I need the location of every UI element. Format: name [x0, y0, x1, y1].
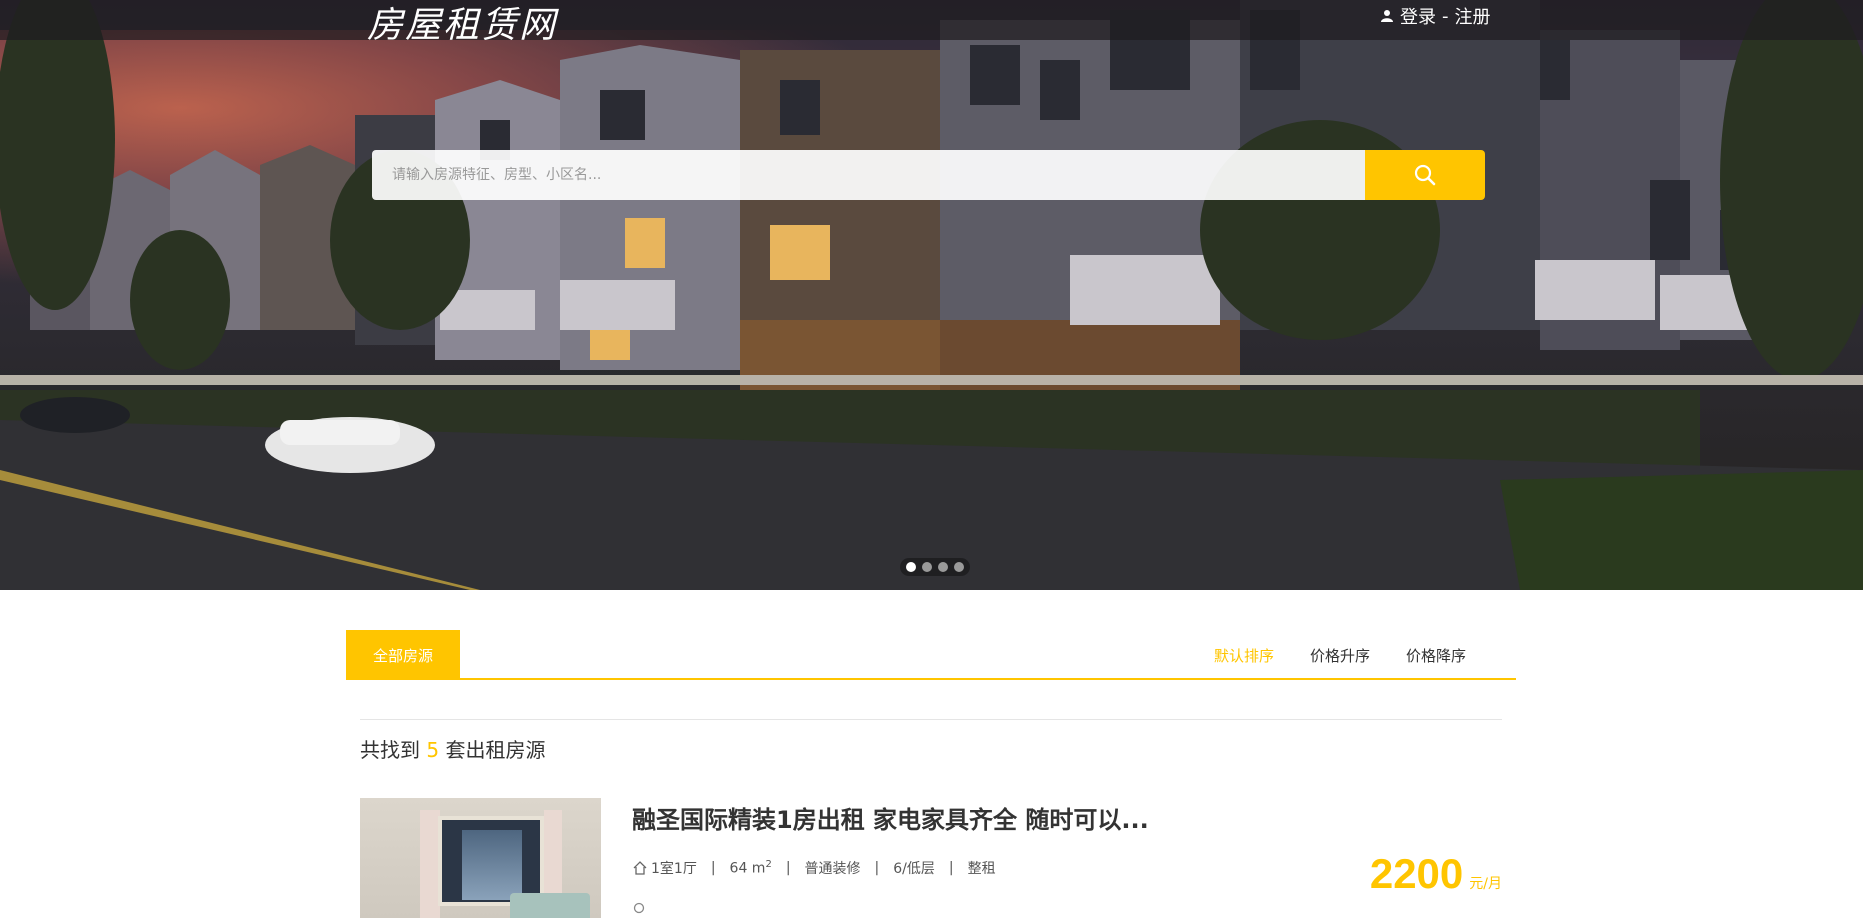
search-input[interactable] [372, 150, 1365, 200]
listing-title[interactable]: 融圣国际精装1房出租 家电家具齐全 随时可以... [632, 800, 1149, 835]
hero-banner: 房屋租赁网 登录 - 注册 [0, 0, 1863, 590]
carousel-dot-1[interactable] [906, 562, 916, 572]
meta-separator: | [948, 860, 954, 876]
divider [360, 719, 1502, 720]
auth-links: 登录 - 注册 [1380, 4, 1491, 28]
home-icon [633, 861, 647, 875]
sort-price-asc[interactable]: 价格升序 [1310, 645, 1370, 666]
carousel-dot-4[interactable] [954, 562, 964, 572]
search-button[interactable] [1365, 150, 1485, 200]
sort-price-desc[interactable]: 价格降序 [1406, 645, 1466, 666]
result-number: 5 [426, 738, 440, 762]
listing-area: 64 m2 [729, 859, 772, 877]
listing-layout: 1室1厅 [651, 861, 697, 877]
meta-separator: | [710, 860, 716, 876]
listing-decoration: 普通装修 [804, 861, 861, 877]
sort-default[interactable]: 默认排序 [1214, 645, 1274, 666]
listing-rent-type: 整租 [967, 861, 996, 877]
result-count: 共找到 5 套出租房源 [360, 734, 545, 763]
result-suffix: 套出租房源 [445, 738, 546, 762]
location-icon [633, 902, 645, 914]
carousel-dot-2[interactable] [922, 562, 932, 572]
auth-separator: - [1442, 5, 1449, 27]
sort-options: 默认排序 价格升序 价格降序 [1214, 630, 1466, 680]
thumb-curtain [420, 810, 440, 918]
site-logo[interactable]: 房屋租赁网 [367, 0, 557, 48]
top-navbar [0, 0, 1863, 40]
result-prefix: 共找到 [360, 738, 420, 762]
register-link[interactable]: 注册 [1455, 3, 1491, 29]
carousel-dot-3[interactable] [938, 562, 948, 572]
listing-address [632, 902, 646, 916]
price-unit: 元/月 [1469, 876, 1502, 892]
listing-meta: 1室1厅 | 64 m2 | 普通装修 | 6/低层 | 整租 [632, 858, 996, 878]
hero-image-townhouses [0, 0, 1863, 590]
price-value: 2200 [1369, 850, 1464, 897]
search-icon [1414, 164, 1436, 186]
meta-separator: | [785, 860, 791, 876]
list-item[interactable]: 融圣国际精装1房出租 家电家具齐全 随时可以... 1室1厅 | 64 m2 |… [360, 798, 1502, 918]
listing-thumbnail[interactable] [360, 798, 601, 918]
user-icon [1381, 10, 1393, 22]
search-bar [372, 150, 1485, 200]
filter-tab-bar: 全部房源 默认排序 价格升序 价格降序 [346, 630, 1516, 680]
listing-floor: 6/低层 [893, 861, 935, 877]
meta-separator: | [874, 860, 880, 876]
tab-all-listings[interactable]: 全部房源 [346, 630, 460, 680]
thumb-sofa [510, 893, 590, 918]
listing-price: 2200 元/月 [1370, 850, 1502, 898]
listing-section: 全部房源 默认排序 价格升序 价格降序 共找到 5 套出租房源 融圣国际精装1房… [0, 590, 1863, 918]
login-link[interactable]: 登录 [1400, 3, 1436, 29]
carousel-indicators [900, 558, 970, 576]
